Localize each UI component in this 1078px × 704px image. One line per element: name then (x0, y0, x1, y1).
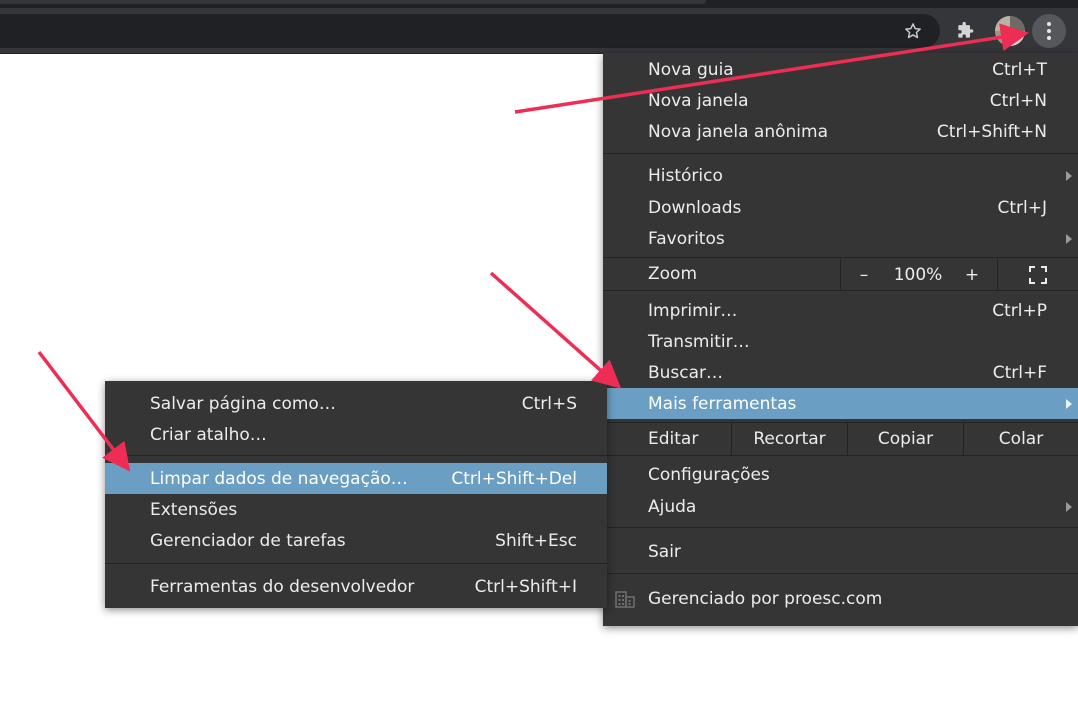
menu-separator (603, 153, 1078, 154)
menu-item-shortcut: Ctrl+J (997, 197, 1047, 218)
managed-by-row[interactable]: Gerenciado por proesc.com (603, 583, 1078, 614)
address-bar[interactable] (0, 14, 940, 48)
menu-item-buscar[interactable]: Buscar… Ctrl+F (603, 357, 1078, 388)
menu-item-label: Gerenciador de tarefas (150, 530, 346, 551)
menu-item-label: Extensões (150, 499, 238, 520)
menu-item-nova-janela[interactable]: Nova janela Ctrl+N (603, 85, 1078, 116)
zoom-label: Zoom (648, 264, 698, 284)
menu-separator (105, 563, 607, 564)
menu-item-downloads[interactable]: Downloads Ctrl+J (603, 192, 1078, 223)
tab-strip (0, 0, 1078, 8)
submenu-item-limpar-dados[interactable]: Limpar dados de navegação… Ctrl+Shift+De… (105, 463, 607, 494)
menu-item-label: Ferramentas do desenvolvedor (150, 576, 415, 597)
submenu-item-ferramentas-desenvolvedor[interactable]: Ferramentas do desenvolvedor Ctrl+Shift+… (105, 571, 607, 602)
cut-button[interactable]: Recortar (732, 422, 847, 455)
zoom-in-button[interactable]: + (951, 259, 993, 290)
edit-row: Editar Recortar Copiar Colar (603, 422, 1078, 455)
menu-item-shortcut: Ctrl+N (989, 90, 1047, 111)
menu-item-label: Ajuda (648, 496, 697, 517)
submenu-arrow-icon (1066, 398, 1072, 409)
submenu-item-gerenciador-tarefas[interactable]: Gerenciador de tarefas Shift+Esc (105, 525, 607, 556)
menu-item-label: Nova janela (648, 90, 749, 111)
menu-item-mais-ferramentas[interactable]: Mais ferramentas (603, 388, 1078, 419)
active-tab-edge[interactable] (0, 0, 706, 4)
menu-item-shortcut: Ctrl+Shift+Del (451, 468, 577, 489)
zoom-level: 100% (893, 264, 943, 285)
menu-item-label: Limpar dados de navegação… (150, 468, 408, 489)
zoom-out-button[interactable]: – (843, 259, 885, 290)
menu-item-shortcut: Shift+Esc (495, 530, 577, 551)
menu-item-label: Nova janela anônima (648, 121, 828, 142)
menu-item-nova-janela-anonima[interactable]: Nova janela anônima Ctrl+Shift+N (603, 116, 1078, 147)
submenu-arrow-icon (1066, 233, 1072, 244)
building-icon (615, 591, 635, 608)
fullscreen-icon[interactable] (1015, 259, 1061, 290)
annotation-arrow (489, 271, 622, 389)
profile-avatar[interactable] (993, 14, 1027, 48)
menu-item-ajuda[interactable]: Ajuda (603, 491, 1078, 522)
menu-separator (603, 573, 1078, 574)
menu-item-shortcut: Ctrl+S (521, 393, 577, 414)
puzzle-icon[interactable] (948, 14, 982, 48)
menu-item-label: Histórico (648, 165, 723, 186)
submenu-arrow-icon (1066, 501, 1072, 512)
menu-item-shortcut: Ctrl+Shift+N (936, 121, 1047, 142)
menu-item-label: Configurações (648, 464, 770, 485)
submenu-item-extensoes[interactable]: Extensões (105, 494, 607, 525)
avatar (995, 16, 1025, 46)
menu-item-label: Nova guia (648, 59, 734, 80)
browser-toolbar (0, 8, 1078, 54)
kebab-menu-icon[interactable] (1032, 14, 1066, 48)
menu-item-label: Downloads (648, 197, 742, 218)
menu-item-imprimir[interactable]: Imprimir… Ctrl+P (603, 295, 1078, 326)
menu-separator (603, 290, 1078, 291)
submenu-arrow-icon (1066, 170, 1072, 181)
menu-item-label: Salvar página como… (150, 393, 336, 414)
copy-button[interactable]: Copiar (848, 422, 963, 455)
menu-item-label: Sair (648, 541, 681, 562)
chrome-main-menu: Nova guia Ctrl+T Nova janela Ctrl+N Nova… (603, 53, 1078, 626)
menu-item-label: Transmitir… (648, 331, 750, 352)
menu-separator (603, 257, 1078, 258)
menu-item-label: Buscar… (648, 362, 724, 383)
menu-separator (603, 527, 1078, 528)
edit-label: Editar (648, 428, 699, 449)
zoom-row: Zoom – 100% + (603, 259, 1078, 290)
menu-item-label: Criar atalho… (150, 424, 267, 445)
menu-item-shortcut: Ctrl+F (992, 362, 1047, 383)
paste-button[interactable]: Colar (964, 422, 1078, 455)
submenu-item-criar-atalho[interactable]: Criar atalho… (105, 419, 607, 450)
menu-item-label: Imprimir… (648, 300, 738, 321)
menu-item-configuracoes[interactable]: Configurações (603, 459, 1078, 490)
menu-item-sair[interactable]: Sair (603, 536, 1078, 567)
submenu-item-salvar-pagina[interactable]: Salvar página como… Ctrl+S (105, 388, 607, 419)
menu-item-shortcut: Ctrl+T (992, 59, 1047, 80)
more-tools-submenu: Salvar página como… Ctrl+S Criar atalho…… (105, 381, 607, 608)
menu-item-favoritos[interactable]: Favoritos (603, 223, 1078, 254)
menu-separator (105, 455, 607, 456)
menu-item-label: Mais ferramentas (648, 393, 797, 414)
menu-separator (603, 455, 1078, 456)
menu-item-historico[interactable]: Histórico (603, 160, 1078, 191)
menu-item-shortcut: Ctrl+Shift+I (474, 576, 577, 597)
star-icon[interactable] (896, 14, 930, 48)
menu-item-shortcut: Ctrl+P (992, 300, 1047, 321)
menu-item-nova-guia[interactable]: Nova guia Ctrl+T (603, 54, 1078, 85)
managed-label: Gerenciado por proesc.com (648, 588, 883, 609)
menu-item-transmitir[interactable]: Transmitir… (603, 326, 1078, 357)
menu-item-label: Favoritos (648, 228, 725, 249)
